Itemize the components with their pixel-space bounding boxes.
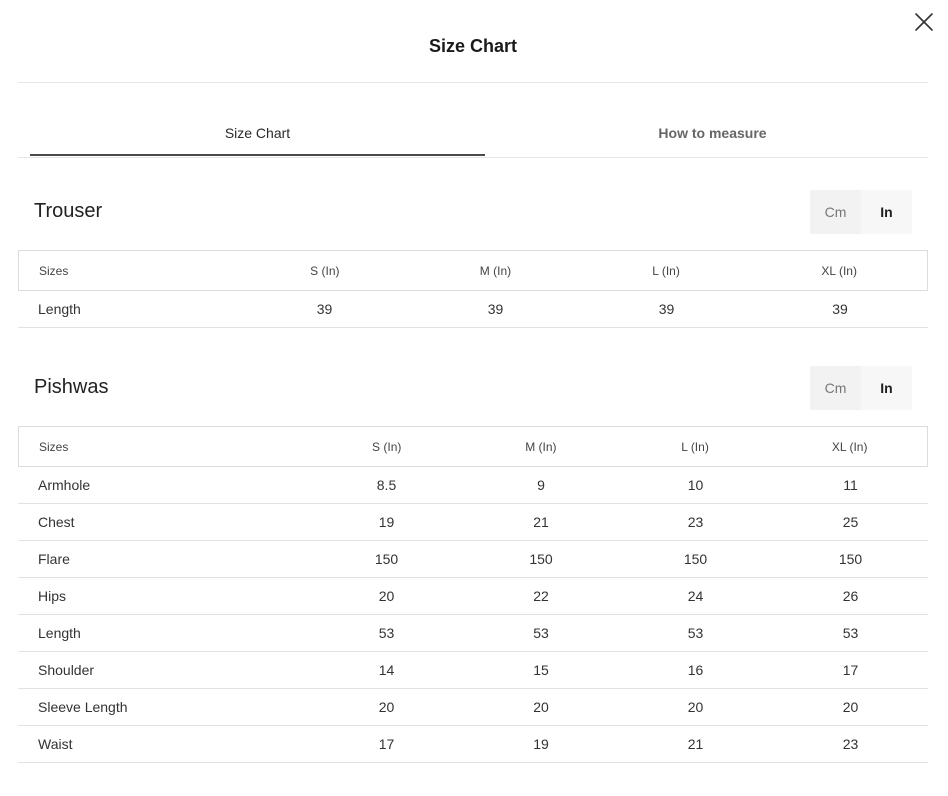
trouser-size-table: Sizes S (In) M (In) L (In) XL (In) Length 39 39… xyxy=(18,250,928,328)
trouser-unit-in-button[interactable]: In xyxy=(861,190,912,234)
tab-bar: Size Chart How to measure xyxy=(18,112,928,158)
pishwas-unit-toggle: Cm In xyxy=(810,366,912,410)
tab-size-chart[interactable]: Size Chart xyxy=(30,112,485,157)
measurement-label: Length xyxy=(38,625,81,641)
measurement-value: 150 xyxy=(683,551,708,567)
measurement-label: Hips xyxy=(38,588,67,604)
table-row: Waist 17 19 21 23 xyxy=(18,726,928,763)
measurement-value: 23 xyxy=(842,736,859,752)
column-header: L (In) xyxy=(652,263,680,278)
close-icon xyxy=(915,13,933,31)
title-divider xyxy=(18,82,928,83)
table-row: Chest 19 21 23 25 xyxy=(18,504,928,541)
column-header: L (In) xyxy=(681,439,709,454)
measurement-value: 150 xyxy=(374,551,399,567)
measurement-value: 24 xyxy=(687,588,704,604)
table-row: Sleeve Length 20 20 20 20 xyxy=(18,689,928,726)
pishwas-section-title: Pishwas xyxy=(34,376,109,398)
measurement-value: 39 xyxy=(658,301,675,317)
measurement-value: 39 xyxy=(832,301,848,317)
measurement-label: Armhole xyxy=(38,477,91,493)
table-row: Flare 150 150 150 150 xyxy=(18,541,928,578)
measurement-value: 150 xyxy=(529,551,553,567)
modal-title: Size Chart xyxy=(428,36,518,56)
measurement-value: 21 xyxy=(687,736,704,752)
pishwas-unit-in-button[interactable]: In xyxy=(861,366,912,410)
table-row: Hips 20 22 24 26 xyxy=(18,578,928,615)
table-row: Length 53 53 53 53 xyxy=(18,615,928,652)
measurement-label: Flare xyxy=(38,551,70,567)
measurement-value: 22 xyxy=(533,588,549,604)
measurement-value: 53 xyxy=(378,625,395,641)
trouser-section-title: Trouser xyxy=(34,200,103,222)
measurement-value: 14 xyxy=(378,662,395,678)
table-row: Armhole 8.5 9 10 11 xyxy=(18,467,928,504)
measurement-value: 17 xyxy=(842,662,859,678)
measurement-value: 10 xyxy=(687,477,704,493)
measurement-value: 53 xyxy=(842,625,859,641)
column-header: S (In) xyxy=(372,439,402,454)
measurement-value: 23 xyxy=(687,514,704,530)
measurement-value: 19 xyxy=(378,514,395,530)
table-header-row: Sizes S (In) M (In) L (In) XL (In) xyxy=(18,426,928,467)
table-header-row: Sizes S (In) M (In) L (In) XL (In) xyxy=(18,250,928,291)
measurement-value: 20 xyxy=(842,699,859,715)
measurement-value: 20 xyxy=(533,699,549,715)
measurement-value: 39 xyxy=(487,301,504,317)
trouser-unit-toggle: Cm In xyxy=(810,190,912,234)
column-header: S (In) xyxy=(310,263,340,278)
column-header: XL (In) xyxy=(821,263,857,278)
trouser-unit-cm-button[interactable]: Cm xyxy=(810,190,861,234)
measurement-value: 20 xyxy=(378,699,395,715)
measurement-value: 39 xyxy=(316,301,333,317)
measurement-label: Waist xyxy=(38,736,73,752)
size-chart-modal: Size Chart Size Chart How to measure Tro… xyxy=(0,0,948,796)
column-header: XL (In) xyxy=(831,439,868,454)
column-header: M (In) xyxy=(479,263,512,278)
measurement-label: Shoulder xyxy=(38,662,95,678)
measurement-value: 15 xyxy=(533,662,549,678)
measurement-value: 9 xyxy=(537,477,545,493)
measurement-value: 20 xyxy=(378,588,395,604)
measurement-value: 26 xyxy=(842,588,859,604)
tab-how-to-measure[interactable]: How to measure xyxy=(485,112,940,157)
table-row: Length 39 39 39 39 xyxy=(18,291,928,328)
measurement-label: Chest xyxy=(38,514,75,530)
measurement-value: 53 xyxy=(687,625,704,641)
measurement-value: 11 xyxy=(843,477,858,493)
active-tab-indicator xyxy=(30,154,485,156)
pishwas-size-table: Sizes S (In) M (In) L (In) XL (In) Armhole 8.5… xyxy=(18,426,928,763)
column-header: Sizes xyxy=(39,263,69,278)
close-button[interactable] xyxy=(912,10,936,34)
measurement-value: 20 xyxy=(687,699,704,715)
table-row: Shoulder 14 15 16 17 xyxy=(18,652,928,689)
measurement-value: 21 xyxy=(533,514,549,530)
measurement-value: 16 xyxy=(687,662,704,678)
measurement-value: 25 xyxy=(842,514,859,530)
column-header: M (In) xyxy=(525,439,557,454)
measurement-value: 150 xyxy=(838,551,863,567)
measurement-value: 19 xyxy=(533,736,549,752)
measurement-value: 17 xyxy=(378,736,395,752)
measurement-value: 8.5 xyxy=(376,477,397,493)
pishwas-unit-cm-button[interactable]: Cm xyxy=(810,366,861,410)
measurement-label: Sleeve Length xyxy=(38,699,128,715)
column-header: Sizes xyxy=(39,439,69,454)
measurement-value: 53 xyxy=(533,625,549,641)
measurement-label: Length xyxy=(38,301,81,317)
